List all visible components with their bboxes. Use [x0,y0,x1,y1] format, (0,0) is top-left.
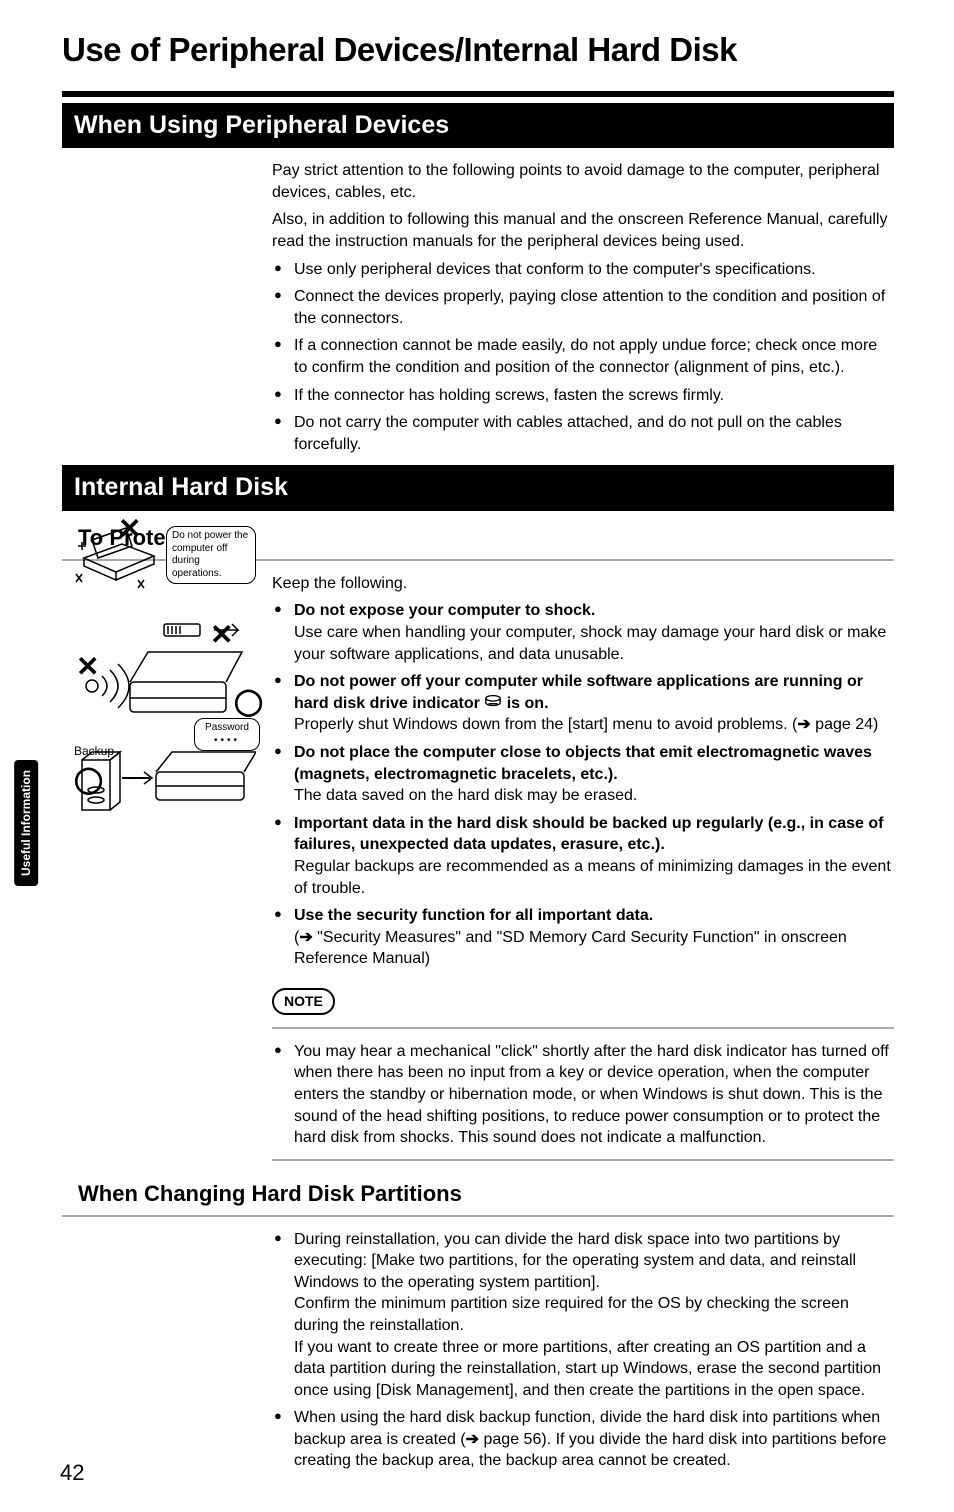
illus-password-label: Password [205,722,249,733]
arrow-icon [466,1431,479,1448]
note-badge: NOTE [272,988,335,1015]
item-rest: Properly shut Windows down from the [sta… [294,716,878,733]
item-lead: Do not expose your computer to shock. [294,602,595,619]
arrow-icon [797,716,810,733]
list-item: When using the hard disk backup function… [272,1407,894,1472]
list-item: Important data in the hard disk should b… [272,813,894,899]
note-text: You may hear a mechanical "click" shortl… [272,1041,894,1149]
para-intro2: Also, in addition to following this manu… [272,209,894,252]
para-intro1: Pay strict attention to the following po… [272,160,894,203]
item-lead: Do not power off your computer while sof… [294,673,863,712]
title-rule [62,91,894,97]
list-item: Do not place the computer close to objec… [272,742,894,807]
hdd-indicator-icon [484,693,502,715]
para-keep: Keep the following. [272,573,894,595]
list-item: If the connector has holding screws, fas… [272,385,894,407]
item-lead: Use the security function for all import… [294,907,653,924]
side-tab: Useful Information [14,760,38,886]
list-item: Use only peripheral devices that conform… [272,259,894,281]
section-bar-peripherals: When Using Peripheral Devices [62,103,894,149]
page-title: Use of Peripheral Devices/Internal Hard … [62,28,894,73]
list-item: Use the security function for all import… [272,905,894,970]
thin-rule [272,1027,894,1029]
item-rest: Regular backups are recommended as a mea… [294,858,891,897]
item-rest: Use care when handling your computer, sh… [294,624,886,663]
list-item: If a connection cannot be made easily, d… [272,335,894,378]
subheading-partitions: When Changing Hard Disk Partitions [78,1179,894,1209]
list-item: Connect the devices properly, paying clo… [272,286,894,329]
thin-rule [62,1215,894,1217]
illus-backup-label: Backup [74,744,114,760]
item-rest: The data saved on the hard disk may be e… [294,787,637,804]
thin-rule [272,1159,894,1161]
item-lead: Important data in the hard disk should b… [294,815,883,854]
list-item: Do not power off your computer while sof… [272,671,894,736]
list-item: During reinstallation, you can divide th… [272,1229,894,1402]
item-rest: ( "Security Measures" and "SD Memory Car… [294,929,847,968]
list-item: Do not expose your computer to shock. Us… [272,600,894,665]
arrow-icon [299,929,312,946]
item-lead: Do not place the computer close to objec… [294,744,872,783]
illus-caption-top: Do not power the computer off during ope… [172,530,248,579]
page-number: 42 [60,1458,84,1488]
list-item: Do not carry the computer with cables at… [272,412,894,455]
illustration-protect-data: ✕ Do not power the computer off during o… [74,496,256,828]
